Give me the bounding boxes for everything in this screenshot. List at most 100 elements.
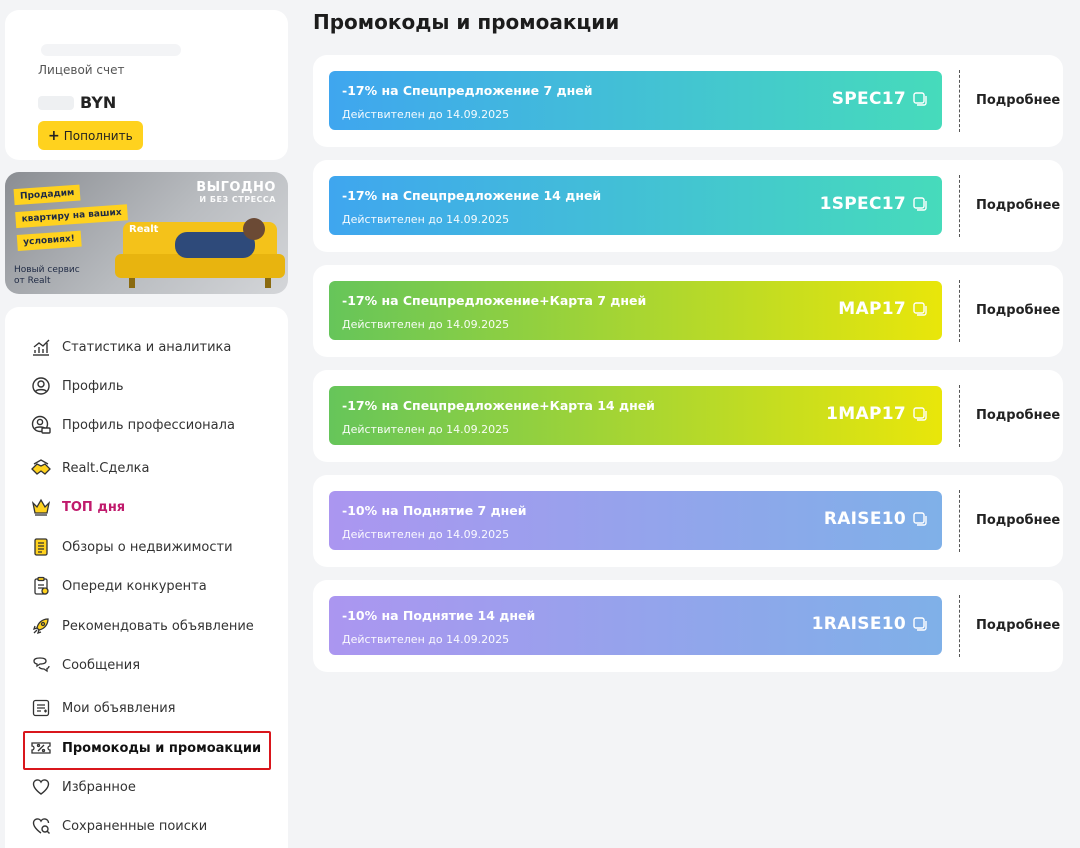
sidebar-item-label: Промокоды и промоакции	[62, 740, 262, 756]
pro-user-icon	[30, 414, 52, 436]
sidebar-item-label: Обзоры о недвижимости	[62, 539, 233, 555]
copy-icon	[913, 617, 927, 631]
copy-icon	[913, 197, 927, 211]
promo-card: -17% на Спецпредложение 14 дней Действит…	[313, 160, 1063, 252]
details-link[interactable]: Подробнее	[976, 303, 1060, 318]
promo-card: -10% на Поднятие 7 дней Действителен до …	[313, 475, 1063, 567]
banner-caption-line: Новый сервис	[14, 265, 80, 275]
sidebar-item-statistics[interactable]: Статистика и аналитика	[30, 333, 231, 361]
sidebar-item-label: Опереди конкурента	[62, 578, 207, 594]
heart-icon	[30, 776, 52, 798]
copy-promo-code-button[interactable]: RAISE10	[824, 509, 928, 529]
sidebar-item-pro-profile[interactable]: Профиль профессионала	[30, 411, 235, 439]
promo-valid-until: Действителен до 14.09.2025	[342, 108, 510, 121]
sidebar-item-promocodes[interactable]: Промокоды и промоакции	[30, 734, 261, 762]
sidebar-item-outrun-competitor[interactable]: Опереди конкурента	[30, 572, 207, 600]
sidebar-item-label: Realt.Сделка	[62, 460, 150, 476]
sidebar-item-profile[interactable]: Профиль	[30, 372, 124, 400]
promo-title: -17% на Спецпредложение+Карта 7 дней	[342, 293, 647, 308]
promo-card: -17% на Спецпредложение 7 дней Действите…	[313, 55, 1063, 147]
dashed-divider	[959, 385, 960, 447]
details-link[interactable]: Подробнее	[976, 93, 1060, 108]
copy-promo-code-button[interactable]: 1SPEC17	[820, 194, 928, 214]
dashed-divider	[959, 280, 960, 342]
promo-code: 1RAISE10	[811, 614, 906, 634]
details-link[interactable]: Подробнее	[976, 408, 1060, 423]
account-number-blurred	[41, 44, 181, 56]
topup-label: Пополнить	[63, 128, 133, 143]
balance-currency: BYN	[80, 93, 117, 112]
person-illustration	[175, 232, 255, 258]
copy-icon	[913, 92, 927, 106]
sidebar-item-label: Профиль	[62, 378, 124, 394]
crown-icon	[30, 496, 52, 518]
sidebar-item-messages[interactable]: Сообщения	[30, 651, 140, 679]
promo-banner-ad[interactable]: Продадим квартиру на ваших условиях! ВЫГ…	[5, 172, 288, 294]
page-title: Промокоды и промоакции	[313, 10, 620, 34]
sidebar-item-label: Сохраненные поиски	[62, 818, 208, 834]
banner-caption: Новый сервис от Realt	[14, 265, 80, 287]
sidebar-item-top-day[interactable]: ТОП дня	[30, 493, 125, 521]
promo-title: -10% на Поднятие 7 дней	[342, 503, 527, 518]
banner-caption-line: от Realt	[14, 276, 51, 286]
document-icon	[30, 536, 52, 558]
plus-icon: +	[48, 127, 60, 144]
promo-valid-until: Действителен до 14.09.2025	[342, 528, 510, 541]
sidebar-item-recommend-ad[interactable]: Рекомендовать объявление	[30, 612, 254, 640]
account-label: Лицевой счет	[38, 63, 125, 77]
copy-icon	[913, 302, 927, 316]
promo-valid-until: Действителен до 14.09.2025	[342, 633, 510, 646]
rocket-icon	[30, 615, 52, 637]
sidebar-item-label: Профиль профессионала	[62, 417, 235, 433]
banner-brand: Realt	[129, 224, 159, 235]
sidebar-item-realt-deal[interactable]: Realt.Сделка	[30, 454, 149, 482]
sidebar-item-saved-searches[interactable]: Сохраненные поиски	[30, 812, 207, 840]
promo-title: -17% на Спецпредложение+Карта 14 дней	[342, 398, 655, 413]
sidebar-item-label: Мои объявления	[62, 700, 176, 716]
sofa-illustration: Realt	[115, 212, 285, 290]
chart-icon	[30, 336, 52, 358]
promo-code-banner: -17% на Спецпредложение 7 дней Действите…	[329, 71, 942, 130]
chat-icon	[30, 654, 52, 676]
promo-code: 1MAP17	[826, 404, 906, 424]
copy-promo-code-button[interactable]: SPEC17	[832, 89, 928, 109]
sticker-line: условиях!	[16, 230, 82, 252]
dashed-divider	[959, 490, 960, 552]
sidebar-item-label: Статистика и аналитика	[62, 339, 232, 355]
promo-code-banner: -17% на Спецпредложение+Карта 14 дней Де…	[329, 386, 942, 445]
details-link[interactable]: Подробнее	[976, 513, 1060, 528]
promo-title: -17% на Спецпредложение 14 дней	[342, 188, 602, 203]
user-icon	[30, 375, 52, 397]
sidebar-item-reviews[interactable]: Обзоры о недвижимости	[30, 533, 233, 561]
promo-code: SPEC17	[831, 89, 906, 109]
sidebar-item-label: ТОП дня	[62, 499, 126, 515]
details-link[interactable]: Подробнее	[976, 198, 1060, 213]
promo-code: 1SPEC17	[819, 194, 906, 214]
promo-card: -10% на Поднятие 14 дней Действителен до…	[313, 580, 1063, 672]
topup-button[interactable]: + Пополнить	[38, 121, 143, 150]
sidebar-item-label: Избранное	[62, 779, 136, 795]
promo-valid-until: Действителен до 14.09.2025	[342, 213, 510, 226]
coupon-icon	[30, 737, 52, 759]
sidebar-item-my-ads[interactable]: Мои объявления	[30, 694, 175, 722]
banner-headline-small: И БЕЗ СТРЕССА	[199, 195, 276, 204]
balance: BYN	[38, 93, 116, 112]
sidebar-item-label: Сообщения	[62, 657, 141, 673]
promo-code-banner: -10% на Поднятие 7 дней Действителен до …	[329, 491, 942, 550]
copy-promo-code-button[interactable]: MAP17	[838, 299, 928, 319]
balance-amount-blurred	[38, 95, 74, 110]
sidebar-item-favorites[interactable]: Избранное	[30, 773, 136, 801]
sticker-line: Продадим	[13, 184, 81, 206]
promo-code-banner: -17% на Спецпредложение 14 дней Действит…	[329, 176, 942, 235]
dashed-divider	[959, 70, 960, 132]
handshake-icon	[30, 457, 52, 479]
account-card: Лицевой счет BYN + Пополнить	[5, 10, 288, 160]
promo-title: -10% на Поднятие 14 дней	[342, 608, 536, 623]
promo-code-banner: -10% на Поднятие 14 дней Действителен до…	[329, 596, 942, 655]
copy-icon	[913, 407, 927, 421]
copy-promo-code-button[interactable]: 1MAP17	[826, 404, 928, 424]
details-link[interactable]: Подробнее	[976, 618, 1060, 633]
banner-headline: ВЫГОДНО И БЕЗ СТРЕССА	[196, 180, 276, 204]
copy-promo-code-button[interactable]: 1RAISE10	[812, 614, 928, 634]
saved-search-icon	[30, 815, 52, 837]
